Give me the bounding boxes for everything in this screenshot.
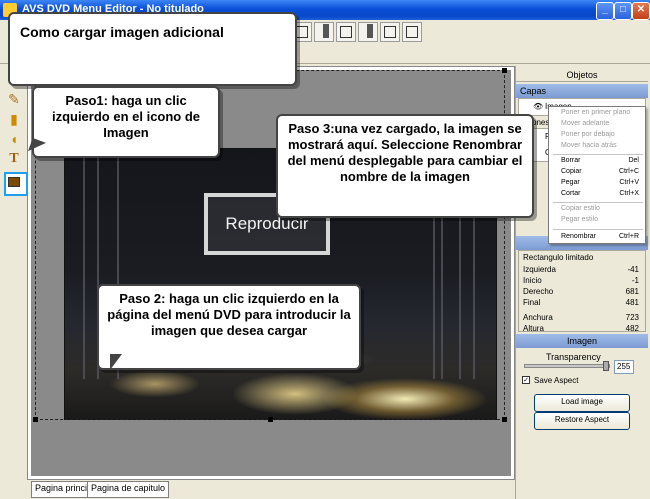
step1-callout: Paso1: haga un clic izquierdo en el icon… xyxy=(32,86,220,158)
context-menu-item[interactable]: Pegar xyxy=(561,179,580,186)
grid-icon[interactable] xyxy=(402,22,422,42)
image-tool-icon[interactable] xyxy=(4,172,28,196)
load-image-button[interactable]: Load image xyxy=(534,394,630,412)
context-menu-shortcut: Ctrl+V xyxy=(619,179,639,186)
bounds-box: Rectangulo limitado Izquierda -41 Inicio -1… xyxy=(518,250,646,333)
align-top-icon[interactable] xyxy=(336,22,356,42)
step2-callout: Paso 2: haga un clic izquierdo en la pág… xyxy=(97,284,361,370)
shape-tool-icon[interactable]: ▮ xyxy=(5,110,23,128)
tab-pagina-capitulo[interactable]: Pagina de capitulo xyxy=(87,481,170,498)
bounds-label: Final xyxy=(523,298,541,307)
bounds-value: 681 xyxy=(625,287,639,296)
context-menu-shortcut: Ctrl+R xyxy=(618,233,639,240)
menu-separator xyxy=(553,229,643,230)
context-menu-item: Mover adelante xyxy=(561,120,610,127)
pen-tool-icon[interactable]: ✎ xyxy=(5,90,23,108)
bounds-value: -41 xyxy=(627,265,639,274)
minimize-button[interactable]: _ xyxy=(596,2,614,20)
save-aspect-checkbox[interactable]: ✓ xyxy=(522,376,530,384)
text-tool-icon[interactable]: T xyxy=(5,150,23,168)
eye-icon[interactable]: 👁 xyxy=(533,102,543,111)
close-button[interactable]: ✕ xyxy=(632,2,650,20)
capas-header[interactable]: Capas xyxy=(516,84,648,98)
menu-separator xyxy=(553,154,643,155)
context-menu-item: Pegar estilo xyxy=(561,216,598,223)
maximize-button[interactable]: □ xyxy=(614,2,632,20)
bounds-label: Anchura xyxy=(523,313,553,322)
tool-palette: ➚ ✎ ▮ ◖ T xyxy=(0,66,28,480)
bounds-label: Derecho xyxy=(523,287,554,296)
restore-aspect-button[interactable]: Restore Aspect xyxy=(534,412,630,430)
context-menu: Poner en primer plano Mover adelante Poner… xyxy=(548,106,646,244)
bounds-label: Izquierda xyxy=(523,265,556,274)
objects-header: Objetos xyxy=(516,68,648,82)
context-menu-item: Mover hacia atrás xyxy=(561,142,617,149)
align-middle-icon[interactable] xyxy=(358,22,378,42)
save-aspect-label: Save Aspect xyxy=(534,376,579,385)
bounds-value: 481 xyxy=(625,298,639,307)
bounds-label: Inicio xyxy=(523,276,542,285)
transparency-value-field[interactable]: 255 xyxy=(614,360,634,374)
menu-separator xyxy=(553,202,643,203)
bounds-value: -1 xyxy=(631,276,639,285)
context-menu-item: Copiar estilo xyxy=(561,205,600,212)
page-tabs: Pagina principal Pagina de capitulo xyxy=(27,480,515,499)
imagen-header[interactable]: Imagen xyxy=(516,334,648,348)
context-menu-item[interactable]: Renombrar xyxy=(561,233,596,240)
title-callout: Como cargar imagen adicional xyxy=(8,12,297,86)
transparency-slider[interactable] xyxy=(524,361,610,371)
align-right-icon[interactable] xyxy=(314,22,334,42)
context-menu-item: Poner en primer plano xyxy=(561,109,631,116)
context-menu-item[interactable]: Cortar xyxy=(561,190,580,197)
step3-callout: Paso 3:una vez cargado, la imagen se mos… xyxy=(276,114,534,218)
context-menu-shortcut: Ctrl+X xyxy=(619,190,639,197)
context-menu-item: Poner por debajo xyxy=(561,131,615,138)
context-menu-item[interactable]: Borrar xyxy=(561,157,580,164)
bounds-title: Rectangulo limitado xyxy=(523,253,594,262)
ellipse-tool-icon[interactable]: ◖ xyxy=(5,130,23,148)
distribute-icon[interactable] xyxy=(380,22,400,42)
context-menu-shortcut: Ctrl+C xyxy=(618,168,639,175)
bounds-value: 482 xyxy=(625,324,639,333)
context-menu-item[interactable]: Copiar xyxy=(561,168,582,175)
bounds-label: Altura xyxy=(523,324,544,333)
bounds-value: 723 xyxy=(625,313,639,322)
slider-thumb[interactable] xyxy=(603,361,609,371)
transparency-label: Transparency xyxy=(546,352,601,362)
context-menu-shortcut: Del xyxy=(628,157,639,164)
